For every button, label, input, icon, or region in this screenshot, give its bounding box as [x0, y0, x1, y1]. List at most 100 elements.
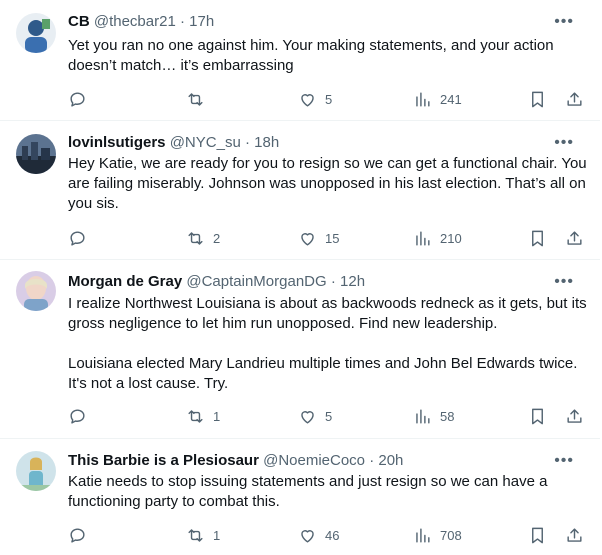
- retweet-count: 2: [213, 230, 221, 246]
- tweet-header: This Barbie is a Plesiosaur @NoemieCoco …: [68, 451, 403, 471]
- tweet-paragraph: Louisiana elected Mary Landrieu multiple…: [68, 355, 578, 392]
- like-button[interactable]: 5: [298, 405, 332, 427]
- more-icon[interactable]: •••: [554, 135, 574, 151]
- more-icon[interactable]: •••: [554, 14, 574, 30]
- reply-button[interactable]: [68, 88, 87, 110]
- tweet-text: Yet you ran no one against him. Your mak…: [68, 36, 588, 76]
- tweet-actions: 5 241: [62, 88, 586, 110]
- retweet-button[interactable]: 2: [186, 227, 220, 249]
- reply-icon: [70, 91, 85, 107]
- share-icon: [567, 527, 582, 542]
- author-handle[interactable]: @NoemieCoco: [263, 452, 365, 469]
- reply-button[interactable]: [68, 405, 87, 427]
- more-icon[interactable]: •••: [554, 274, 574, 290]
- share-button[interactable]: [565, 524, 584, 546]
- tweet-paragraph: Hey Katie, we are ready for you to resig…: [68, 155, 587, 212]
- tweet[interactable]: This Barbie is a Plesiosaur @NoemieCoco …: [0, 439, 600, 555]
- retweet-button[interactable]: 1: [186, 524, 220, 546]
- share-icon: [567, 230, 582, 245]
- share-button[interactable]: [565, 227, 584, 249]
- heart-icon: [301, 410, 314, 424]
- reply-button[interactable]: [68, 227, 87, 249]
- bookmark-button[interactable]: [528, 405, 547, 427]
- heart-icon: [301, 232, 314, 246]
- heart-icon: [301, 93, 314, 107]
- separator: ·: [179, 13, 185, 30]
- retweet-icon: [188, 528, 203, 542]
- separator: ·: [369, 452, 375, 469]
- like-count: 15: [325, 230, 340, 246]
- like-button[interactable]: 5: [298, 88, 332, 110]
- like-count: 46: [325, 527, 340, 543]
- bookmark-icon: [532, 91, 543, 107]
- views-button[interactable]: 210: [413, 227, 462, 249]
- bookmark-button[interactable]: [528, 88, 547, 110]
- tweet-paragraph: Katie needs to stop issuing statements a…: [68, 473, 548, 510]
- more-icon[interactable]: •••: [554, 453, 574, 469]
- bookmark-icon: [532, 230, 543, 246]
- retweet-button[interactable]: [186, 88, 205, 110]
- author-name[interactable]: This Barbie is a Plesiosaur: [68, 452, 259, 469]
- reply-icon: [70, 527, 85, 543]
- tweet[interactable]: Morgan de Gray @CaptainMorganDG · 12h ••…: [0, 260, 600, 439]
- retweet-icon: [188, 231, 203, 245]
- avatar[interactable]: [16, 13, 56, 53]
- heart-icon: [301, 529, 314, 543]
- tweet-header: CB @thecbar21 · 17h: [68, 12, 214, 32]
- avatar[interactable]: [16, 271, 56, 311]
- views-icon: [416, 527, 430, 543]
- like-count: 5: [325, 408, 333, 424]
- tweet-header: lovinlsutigers @NYC_su · 18h: [68, 133, 279, 153]
- author-name[interactable]: Morgan de Gray: [68, 273, 182, 290]
- views-count: 210: [440, 230, 462, 246]
- like-button[interactable]: 15: [298, 227, 339, 249]
- bookmark-icon: [532, 408, 543, 424]
- like-button[interactable]: 46: [298, 524, 339, 546]
- tweet-header: Morgan de Gray @CaptainMorganDG · 12h: [68, 272, 365, 292]
- views-button[interactable]: 241: [413, 88, 462, 110]
- avatar[interactable]: [16, 134, 56, 174]
- share-button[interactable]: [565, 88, 584, 110]
- reply-button[interactable]: [68, 524, 87, 546]
- author-handle[interactable]: @NYC_su: [170, 134, 241, 151]
- views-icon: [416, 408, 430, 424]
- retweet-count: 1: [213, 408, 221, 424]
- reply-icon: [70, 408, 85, 424]
- tweet[interactable]: CB @thecbar21 · 17h ••• Yet you ran no o…: [0, 0, 600, 121]
- timestamp[interactable]: 20h: [378, 452, 403, 469]
- author-name[interactable]: CB: [68, 13, 90, 30]
- tweet[interactable]: lovinlsutigers @NYC_su · 18h ••• Hey Kat…: [0, 121, 600, 260]
- views-button[interactable]: 708: [413, 524, 462, 546]
- author-handle[interactable]: @CaptainMorganDG: [186, 273, 326, 290]
- tweet-actions: 2 15 210: [62, 227, 586, 249]
- tweet-actions: 1 46 708: [62, 524, 586, 546]
- views-count: 58: [440, 408, 455, 424]
- bookmark-button[interactable]: [528, 524, 547, 546]
- tweet-text: Hey Katie, we are ready for you to resig…: [68, 154, 588, 214]
- tweet-text: Katie needs to stop issuing statements a…: [68, 472, 588, 512]
- timestamp[interactable]: 18h: [254, 134, 279, 151]
- views-count: 241: [440, 91, 462, 107]
- separator: ·: [330, 273, 336, 290]
- retweet-icon: [188, 409, 203, 423]
- reply-feed: CB @thecbar21 · 17h ••• Yet you ran no o…: [0, 0, 602, 555]
- author-handle[interactable]: @thecbar21: [94, 13, 176, 30]
- retweet-count: 1: [213, 527, 221, 543]
- author-name[interactable]: lovinlsutigers: [68, 134, 166, 151]
- timestamp[interactable]: 17h: [189, 13, 214, 30]
- share-icon: [567, 91, 582, 106]
- tweet-paragraph: I realize Northwest Louisiana is about a…: [68, 295, 587, 332]
- views-icon: [416, 230, 430, 246]
- avatar[interactable]: [16, 451, 56, 491]
- tweet-paragraph: Yet you ran no one against him. Your mak…: [68, 37, 554, 74]
- views-icon: [416, 91, 430, 107]
- retweet-button[interactable]: 1: [186, 405, 220, 427]
- tweet-text: I realize Northwest Louisiana is about a…: [68, 294, 588, 394]
- bookmark-button[interactable]: [528, 227, 547, 249]
- bookmark-icon: [532, 527, 543, 543]
- views-button[interactable]: 58: [413, 405, 454, 427]
- share-button[interactable]: [565, 405, 584, 427]
- like-count: 5: [325, 91, 333, 107]
- views-count: 708: [440, 527, 462, 543]
- timestamp[interactable]: 12h: [340, 273, 365, 290]
